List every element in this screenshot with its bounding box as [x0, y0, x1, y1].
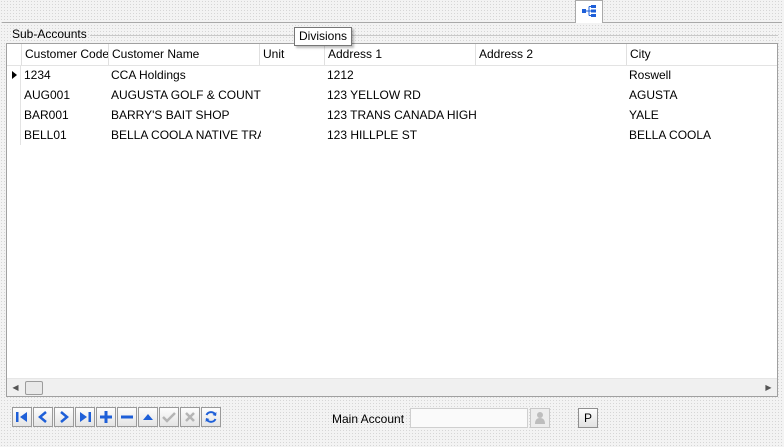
cell-unit[interactable]	[259, 125, 325, 145]
main-account-field[interactable]	[410, 408, 528, 428]
first-record-icon	[16, 412, 27, 422]
first-record-button[interactable]	[12, 407, 32, 427]
cell-address-2[interactable]	[475, 125, 627, 145]
check-icon	[162, 412, 176, 423]
horizontal-scrollbar[interactable]: ◀ ▶	[7, 378, 777, 396]
edit-record-button[interactable]	[138, 407, 158, 427]
tab-strip-border	[2, 22, 782, 23]
cell-unit[interactable]	[259, 65, 325, 85]
cell-address-2[interactable]	[475, 65, 627, 85]
previous-record-icon	[38, 411, 47, 423]
main-account-lookup-button[interactable]	[530, 408, 550, 428]
column-header-customer-name[interactable]: Customer Name	[108, 44, 261, 65]
next-record-icon	[60, 411, 69, 423]
table-row[interactable]: AUG001 AUGUSTA GOLF & COUNTR 123 YELLOW …	[7, 85, 777, 105]
last-record-button[interactable]	[75, 407, 95, 427]
cell-unit[interactable]	[259, 105, 325, 125]
plus-icon	[100, 411, 112, 423]
cell-customer-code[interactable]: AUG001	[21, 85, 109, 105]
next-record-button[interactable]	[54, 407, 74, 427]
cell-address-1[interactable]: 123 HILLPLE ST	[324, 125, 476, 145]
section-divider	[90, 35, 778, 36]
tab-divisions[interactable]	[575, 0, 603, 23]
cell-customer-code[interactable]: 1234	[21, 65, 109, 85]
column-header-city[interactable]: City	[626, 44, 777, 65]
cell-customer-name[interactable]: BELLA COOLA NATIVE TRAI	[108, 125, 261, 145]
scroll-right-arrow-icon[interactable]: ▶	[760, 379, 777, 396]
main-account-label: Main Account	[332, 412, 405, 426]
refresh-button[interactable]	[201, 407, 221, 427]
cancel-edit-button	[180, 407, 200, 427]
cell-customer-name[interactable]: BARRY'S BAIT SHOP	[108, 105, 261, 125]
cell-city[interactable]: BELLA COOLA	[626, 125, 777, 145]
cell-customer-code[interactable]: BAR001	[21, 105, 109, 125]
add-record-button[interactable]	[96, 407, 116, 427]
column-header-customer-code[interactable]: Customer Code	[21, 44, 109, 65]
cell-address-1[interactable]: 123 TRANS CANADA HIGHV	[324, 105, 476, 125]
user-lookup-icon	[535, 412, 545, 424]
column-header-unit[interactable]: Unit	[259, 44, 325, 65]
scroll-left-arrow-icon[interactable]: ◀	[7, 379, 24, 396]
table-row[interactable]: BELL01 BELLA COOLA NATIVE TRAI 123 HILLP…	[7, 125, 777, 145]
tab-join	[576, 22, 602, 23]
last-record-icon	[80, 412, 91, 422]
post-edit-button	[159, 407, 179, 427]
cell-customer-code[interactable]: BELL01	[21, 125, 109, 145]
cell-customer-name[interactable]: CCA Holdings	[108, 65, 261, 85]
hierarchy-icon	[581, 4, 597, 20]
cell-address-2[interactable]	[475, 85, 627, 105]
refresh-icon	[205, 411, 217, 423]
sub-accounts-grid[interactable]: Customer Code Customer Name Unit Address…	[6, 43, 778, 397]
cell-address-2[interactable]	[475, 105, 627, 125]
table-row[interactable]: BAR001 BARRY'S BAIT SHOP 123 TRANS CANAD…	[7, 105, 777, 125]
column-header-address-1[interactable]: Address 1	[324, 44, 476, 65]
divisions-tooltip: Divisions	[294, 27, 353, 46]
column-header-address-2[interactable]: Address 2	[475, 44, 627, 65]
close-icon	[185, 412, 195, 422]
scrollbar-thumb[interactable]	[25, 381, 43, 395]
previous-record-button[interactable]	[33, 407, 53, 427]
delete-record-button[interactable]	[117, 407, 137, 427]
cell-unit[interactable]	[259, 85, 325, 105]
grid-header: Customer Code Customer Name Unit Address…	[7, 44, 777, 66]
minus-icon	[121, 415, 133, 419]
cell-city[interactable]: AGUSTA	[626, 85, 777, 105]
section-title: Sub-Accounts	[12, 27, 87, 41]
table-row[interactable]: 1234 CCA Holdings 1212 Roswell	[7, 65, 777, 85]
p-button[interactable]: P	[578, 408, 598, 428]
record-navigator	[12, 407, 221, 427]
cell-customer-name[interactable]: AUGUSTA GOLF & COUNTR	[108, 85, 261, 105]
cell-city[interactable]: YALE	[626, 105, 777, 125]
cell-address-1[interactable]: 1212	[324, 65, 476, 85]
caret-up-icon	[143, 414, 153, 420]
cell-address-1[interactable]: 123 YELLOW RD	[324, 85, 476, 105]
cell-city[interactable]: Roswell	[626, 65, 777, 85]
